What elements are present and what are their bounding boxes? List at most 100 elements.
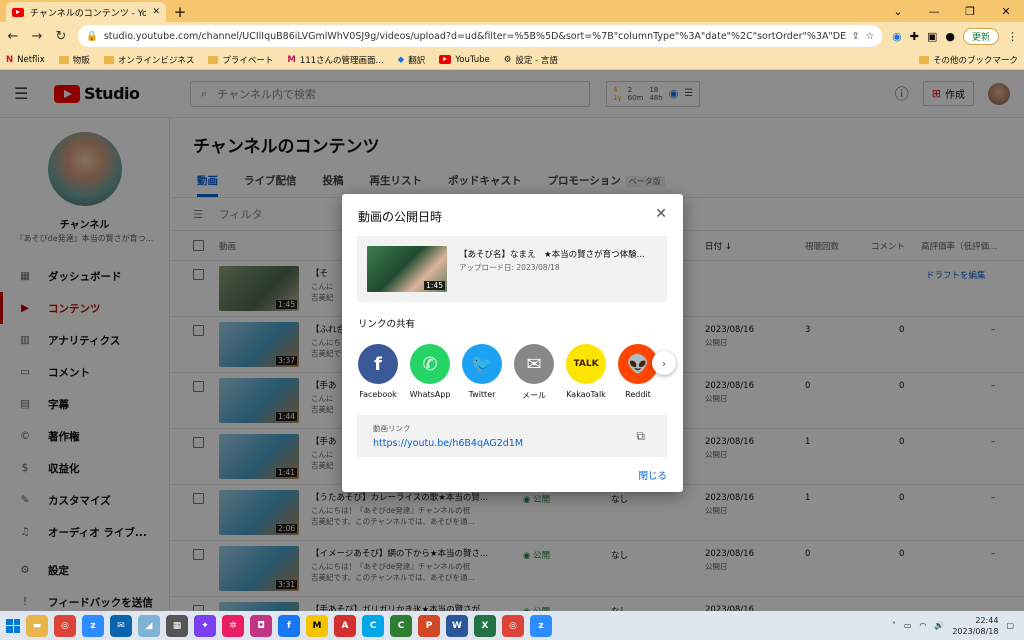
video-thumbnail[interactable]: 1:45 bbox=[367, 246, 447, 292]
reload-button[interactable]: ↻ bbox=[54, 29, 68, 44]
close-window-button[interactable]: ✕ bbox=[988, 5, 1024, 18]
bookmark-youtube[interactable]: YouTube bbox=[439, 55, 490, 65]
video-card: 1:45 【あそび名】なまえ ★本当の賢さが育つ体験... アップロード日: 2… bbox=[357, 236, 667, 302]
miro-icon[interactable]: M bbox=[306, 614, 328, 637]
bookmarks-bar: N Netflix 物販 オンラインビジネス プライベート M 111さんの管理画面… bbox=[0, 50, 1024, 70]
share-icon: f bbox=[358, 344, 398, 384]
chrome-icon[interactable]: ◎ bbox=[502, 614, 524, 637]
speaker-icon[interactable]: 🔊 bbox=[934, 621, 944, 630]
puzzle-icon[interactable]: ✚ bbox=[910, 30, 919, 43]
extension-icon[interactable]: ◉ bbox=[892, 30, 902, 43]
share-icon: ✆ bbox=[410, 344, 450, 384]
acrobat-icon[interactable]: A bbox=[334, 614, 356, 637]
bookmark-netflix[interactable]: N Netflix bbox=[6, 55, 45, 65]
translate-icon: ◆ bbox=[397, 54, 405, 65]
share-icon[interactable]: ⇪ bbox=[852, 31, 860, 42]
notification-icon[interactable]: ▢ bbox=[1006, 621, 1014, 630]
publish-date-dialog: 動画の公開日時 ✕ 1:45 【あそび名】なまえ ★本当の賢さが育つ体験... … bbox=[342, 194, 683, 492]
share-twitter-button[interactable]: 🐦 Twitter bbox=[462, 344, 502, 401]
canva-icon[interactable]: C bbox=[362, 614, 384, 637]
folder-icon bbox=[208, 55, 219, 64]
copy-icon[interactable]: ⧉ bbox=[636, 429, 645, 444]
omnibox[interactable]: 🔒 studio.youtube.com/channel/UCIlIquB86i… bbox=[78, 25, 883, 47]
tab-title: チャンネルのコンテンツ - YouTube Stu bbox=[30, 8, 147, 19]
share-label: WhatsApp bbox=[409, 390, 451, 399]
new-tab-button[interactable]: + bbox=[170, 2, 190, 22]
bookmark-folder[interactable]: 物販 bbox=[58, 54, 90, 66]
chevron-right-icon[interactable]: › bbox=[652, 351, 676, 375]
wifi-icon[interactable]: ◠ bbox=[919, 621, 926, 630]
bookmark-star-icon[interactable]: ☆ bbox=[866, 31, 875, 42]
video-link-url[interactable]: https://youtu.be/h6B4qAG2d1M bbox=[373, 438, 651, 449]
folder-icon bbox=[103, 55, 114, 64]
share-label: Twitter bbox=[468, 390, 496, 399]
window-controls: ⌄ — ❐ ✕ bbox=[880, 0, 1024, 22]
update-button[interactable]: 更新 bbox=[962, 27, 999, 45]
slack-icon[interactable]: ✲ bbox=[222, 614, 244, 637]
messenger-icon[interactable]: ✦ bbox=[194, 614, 216, 637]
m-logo-icon: M bbox=[287, 54, 296, 65]
file-explorer-icon[interactable]: ▬ bbox=[26, 614, 48, 637]
share-label: メール bbox=[522, 391, 546, 400]
share---button[interactable]: ✉ メール bbox=[514, 344, 554, 401]
folder-icon bbox=[58, 55, 69, 64]
camtasia-icon[interactable]: C bbox=[390, 614, 412, 637]
upload-date: アップロード日: 2023/08/18 bbox=[459, 263, 560, 272]
chevron-up-icon[interactable]: ˄ bbox=[892, 621, 896, 630]
bookmark-settings[interactable]: ⚙ 設定 - 言語 bbox=[504, 54, 558, 66]
instagram-icon[interactable]: ◘ bbox=[250, 614, 272, 637]
youtube-favicon-icon bbox=[12, 7, 24, 17]
forward-button[interactable]: → bbox=[30, 29, 44, 44]
profile-icon[interactable]: ● bbox=[945, 30, 955, 43]
netflix-icon: N bbox=[6, 54, 14, 65]
share-whatsapp-button[interactable]: ✆ WhatsApp bbox=[410, 344, 450, 401]
excel-icon[interactable]: X bbox=[474, 614, 496, 637]
sidepanel-icon[interactable]: ▣ bbox=[927, 30, 937, 43]
share-label: Facebook bbox=[359, 390, 397, 399]
bookmark-item[interactable]: M 111さんの管理画面... bbox=[287, 54, 383, 66]
extensions-area: ◉ ✚ ▣ ● 更新 ⋮ bbox=[892, 27, 1018, 45]
powerpoint-icon[interactable]: P bbox=[418, 614, 440, 637]
share-icon: 🐦 bbox=[462, 344, 502, 384]
close-button[interactable]: 閉じる bbox=[638, 468, 667, 482]
chevron-down-icon[interactable]: ⌄ bbox=[880, 5, 916, 18]
share-section-label: リンクの共有 bbox=[358, 319, 416, 330]
battery-icon[interactable]: ▭ bbox=[904, 621, 912, 630]
close-icon[interactable]: ✕ bbox=[655, 206, 667, 222]
share-label: KakaoTalk bbox=[566, 390, 606, 399]
back-button[interactable]: ← bbox=[6, 29, 20, 44]
zoom-icon[interactable]: z bbox=[530, 614, 552, 637]
bookmark-other[interactable]: その他のブックマーク bbox=[918, 54, 1018, 66]
clock[interactable]: 22:44 2023/08/18 bbox=[952, 615, 998, 637]
facebook-icon[interactable]: f bbox=[278, 614, 300, 637]
windows-taskbar: ▬ ◎ z ✉ ◢ ▦ ✦ ✲ ◘ f M A C C P W X ◎ z ˄ … bbox=[0, 611, 1024, 640]
word-icon[interactable]: W bbox=[446, 614, 468, 637]
video-title: 【あそび名】なまえ ★本当の賢さが育つ体験... bbox=[459, 250, 645, 260]
windows-start-icon[interactable] bbox=[6, 618, 20, 633]
minimize-button[interactable]: — bbox=[916, 5, 952, 18]
share-reddit-button[interactable]: 👽 Reddit bbox=[618, 344, 658, 401]
bookmark-translate[interactable]: ◆ 翻訳 bbox=[398, 54, 426, 66]
folder-icon bbox=[918, 55, 929, 64]
menu-dots-icon[interactable]: ⋮ bbox=[1007, 30, 1018, 43]
url-text: studio.youtube.com/channel/UCIlIquB86iLV… bbox=[103, 30, 846, 42]
app-icon[interactable]: ◢ bbox=[138, 614, 160, 637]
calculator-icon[interactable]: ▦ bbox=[166, 614, 188, 637]
chrome-icon[interactable]: ◎ bbox=[54, 614, 76, 637]
share-icon: TALK bbox=[566, 344, 606, 384]
browser-titlebar: チャンネルのコンテンツ - YouTube Stu ✕ + ⌄ — ❐ ✕ bbox=[0, 0, 1024, 22]
address-bar-row: ← → ↻ 🔒 studio.youtube.com/channel/UCIlI… bbox=[0, 22, 1024, 50]
video-link-label: 動画リンク bbox=[373, 424, 411, 433]
browser-tab[interactable]: チャンネルのコンテンツ - YouTube Stu ✕ bbox=[6, 2, 166, 22]
share-label: Reddit bbox=[625, 390, 651, 399]
close-tab-icon[interactable]: ✕ bbox=[152, 7, 160, 17]
share-kakaotalk-button[interactable]: TALK KakaoTalk bbox=[566, 344, 606, 401]
bookmark-folder[interactable]: オンラインビジネス bbox=[103, 54, 194, 66]
zoom-icon[interactable]: z bbox=[82, 614, 104, 637]
bookmark-folder[interactable]: プライベート bbox=[208, 54, 273, 66]
mail-icon[interactable]: ✉ bbox=[110, 614, 132, 637]
gear-icon: ⚙ bbox=[503, 54, 512, 65]
share-icon: ✉ bbox=[514, 344, 554, 384]
share-facebook-button[interactable]: f Facebook bbox=[358, 344, 398, 401]
maximize-button[interactable]: ❐ bbox=[952, 5, 988, 18]
